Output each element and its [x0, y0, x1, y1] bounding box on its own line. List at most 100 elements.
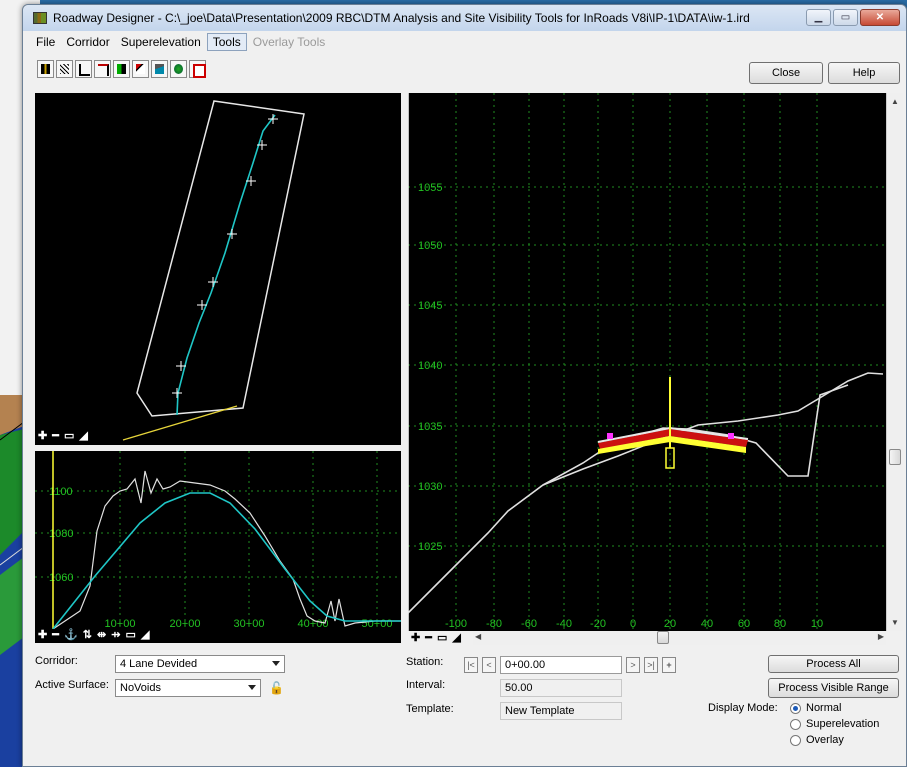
radio-icon — [790, 734, 801, 746]
profile-x-tick-label: 50+00 — [362, 618, 393, 629]
close-icon[interactable]: ✕ — [860, 9, 900, 26]
xs-y-tick-label: 1045 — [418, 300, 442, 312]
xs-x-tick-label: -20 — [590, 618, 606, 630]
xs-x-tick-label: 60 — [738, 618, 750, 630]
profile-x-tick-label: 20+00 — [170, 618, 201, 629]
checkbox-icon[interactable] — [189, 60, 206, 78]
plan-view-tools[interactable]: ✚ ━ ▭ ◢ — [38, 429, 89, 442]
interval-label: Interval: — [406, 679, 446, 691]
menu-tools[interactable]: Tools — [206, 33, 247, 51]
profile-grid — [35, 451, 401, 629]
active-surface-label: Active Surface: — [35, 679, 109, 691]
xs-x-tick-label: -40 — [556, 618, 572, 630]
surface-icon[interactable] — [170, 60, 187, 78]
display-mode-overlay-label: Overlay — [806, 734, 844, 746]
profile-view-tools[interactable]: ✚ ━ ⚓ ⇅ ⇹ ⇸ ▭ ◢ — [38, 628, 150, 641]
window-controls: ▁ ▭ ✕ — [806, 9, 900, 26]
existing-ground-section — [407, 372, 884, 614]
display-mode-overlay[interactable]: Overlay — [790, 734, 844, 746]
maximize-icon[interactable]: ▭ — [833, 9, 858, 26]
section-vertical-scrollbar[interactable]: ▲ ▼ — [886, 93, 903, 631]
xs-x-tick-label: 20 — [664, 618, 676, 630]
scroll-right-icon[interactable]: ▶ — [878, 632, 884, 641]
title-bar[interactable]: Roadway Designer - C:\_joe\Data\Presenta… — [23, 5, 906, 31]
plan-view[interactable]: ✚ ━ ▭ ◢ — [35, 93, 401, 445]
close-button[interactable]: Close — [749, 62, 823, 84]
xs-x-tick-label: -60 — [521, 618, 537, 630]
process-visible-range-button[interactable]: Process Visible Range — [768, 678, 899, 698]
station-label: Station: — [406, 656, 444, 668]
menu-superelevation[interactable]: Superelevation — [116, 34, 206, 50]
menu-overlay-tools[interactable]: Overlay Tools — [248, 34, 330, 50]
xs-x-tick-label: -100 — [445, 618, 467, 630]
interval-field[interactable]: 50.00 — [500, 679, 622, 697]
xs-y-tick-label: 1055 — [418, 182, 442, 194]
xs-x-tick-label: 10 — [811, 618, 823, 630]
xs-y-tick-label: 1050 — [418, 240, 442, 252]
toolbar — [37, 60, 206, 82]
xs-x-tick-label: 0 — [630, 618, 636, 630]
cross-section-grid — [408, 93, 886, 631]
end-condition-icon[interactable] — [151, 60, 168, 78]
existing-ground-profile — [52, 470, 401, 630]
first-station-button[interactable]: |< — [464, 657, 478, 673]
display-ribbon-icon[interactable] — [113, 60, 130, 78]
marker-left — [607, 433, 613, 439]
radio-selected-icon — [790, 702, 801, 714]
display-mode-label: Display Mode: — [708, 702, 778, 714]
corridor-boundary — [136, 100, 305, 417]
xs-y-tick-label: 1040 — [418, 360, 442, 372]
cross-section-axis-labels: 1055105010451040103510301025-100 -80 -60 -4… — [418, 182, 823, 630]
scroll-left-icon[interactable]: ◀ — [475, 632, 481, 641]
menu-bar: File Corridor Superelevation Tools Overl… — [23, 32, 906, 52]
proposed-profile — [52, 492, 401, 630]
parametric-icon[interactable] — [94, 60, 111, 78]
roadway-designer-window: Roadway Designer - C:\_joe\Data\Presenta… — [22, 4, 907, 767]
xs-y-tick-label: 1025 — [418, 541, 442, 553]
plan-view-canvas[interactable] — [35, 93, 401, 445]
section-view-tools[interactable]: ✚ ━ ▭ ◢ — [411, 631, 462, 644]
xs-x-tick-label: -80 — [486, 618, 502, 630]
section-hscroll-thumb[interactable] — [657, 631, 669, 644]
cross-section-view[interactable]: 1055 1050 1045 1040 1035 1030 1025 -100 -80 -60 -4… — [407, 93, 886, 644]
section-horizontal-scrollbar[interactable]: ◀ ▶ — [473, 631, 886, 645]
display-mode-superelevation[interactable]: Superelevation — [790, 718, 879, 730]
minimize-icon[interactable]: ▁ — [806, 9, 831, 26]
go-to-station-button[interactable]: + — [662, 657, 676, 673]
next-station-button[interactable]: > — [626, 657, 640, 673]
profile-x-tick-label: 30+00 — [234, 618, 265, 629]
lock-icon[interactable]: 🔓 — [269, 681, 284, 695]
display-mode-normal-label: Normal — [806, 702, 842, 714]
key-station-icon[interactable] — [56, 60, 73, 78]
template-field: New Template — [500, 702, 622, 720]
template-drop-icon[interactable] — [37, 60, 54, 78]
previous-station-button[interactable]: < — [482, 657, 496, 673]
station-input[interactable]: 0+00.00 — [500, 656, 622, 674]
scroll-down-icon[interactable]: ▼ — [891, 618, 899, 627]
radio-icon — [790, 718, 801, 730]
station-line — [122, 405, 238, 441]
corridor-label: Corridor: — [35, 655, 78, 667]
marker-right — [728, 433, 734, 439]
window-title: Roadway Designer - C:\_joe\Data\Presenta… — [53, 11, 750, 25]
section-vscroll-thumb[interactable] — [889, 449, 901, 465]
xs-y-tick-label: 1035 — [418, 421, 442, 433]
corridor-value: 4 Lane Devided — [120, 658, 198, 670]
menu-corridor[interactable]: Corridor — [61, 34, 114, 50]
superelevation-icon[interactable] — [132, 60, 149, 78]
cross-section-canvas[interactable]: 1055105010451040103510301025-100 -80 -60 -4… — [407, 93, 886, 631]
menu-file[interactable]: File — [31, 34, 60, 50]
profile-view[interactable]: 1100 1080 1060 10+00 20+00 30+00 40+00 50+00 ✚ … — [35, 451, 401, 643]
profile-view-canvas[interactable]: 11001080106010+00 20+00 30+00 40+00 50+00 — [35, 451, 401, 630]
help-button[interactable]: Help — [828, 62, 900, 84]
xs-x-tick-label: 80 — [774, 618, 786, 630]
process-all-button[interactable]: Process All — [768, 655, 899, 673]
corridor-dropdown[interactable]: 4 Lane Devided — [115, 655, 285, 673]
active-surface-dropdown[interactable]: NoVoids — [115, 679, 261, 697]
last-station-button[interactable]: >| — [644, 657, 658, 673]
app-icon — [33, 12, 47, 24]
display-mode-normal[interactable]: Normal — [790, 702, 841, 714]
scroll-up-icon[interactable]: ▲ — [891, 97, 899, 106]
point-controls-icon[interactable] — [75, 60, 92, 78]
chevron-down-icon — [248, 685, 256, 690]
